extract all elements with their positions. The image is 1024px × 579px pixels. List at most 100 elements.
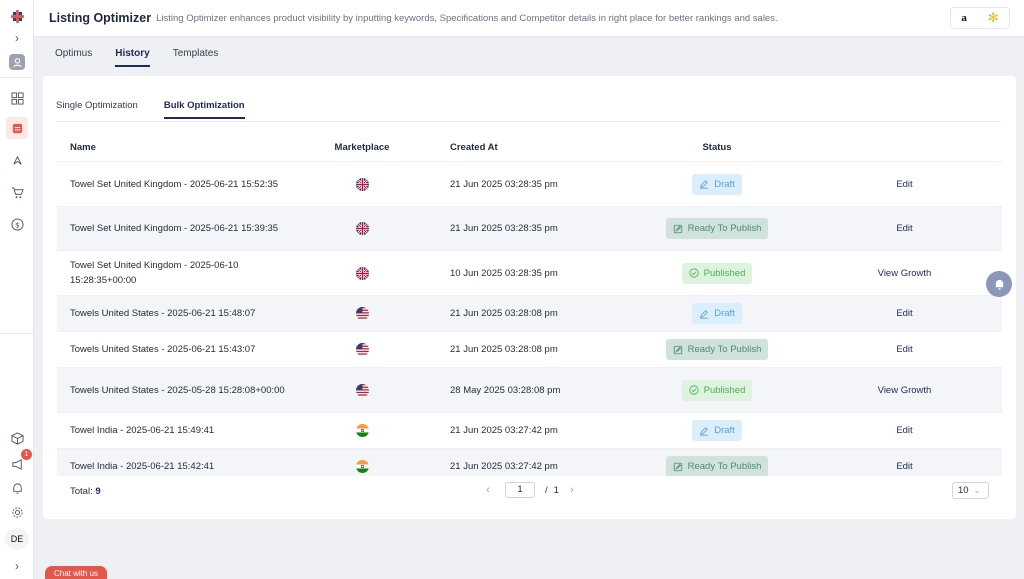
box-icon[interactable] (6, 427, 28, 449)
column-header-status: Status (702, 142, 732, 153)
view-growth-link[interactable]: View Growth (878, 268, 932, 279)
row-created-at: 21 Jun 2025 03:27:42 pm (450, 425, 558, 436)
row-action-cell: Edit (807, 308, 1002, 319)
marketplace-flag-us-icon (307, 343, 417, 356)
page-size-select[interactable]: 10 ⌄ (952, 482, 989, 499)
sidebar-divider (0, 77, 34, 78)
collapse-icon[interactable]: › (6, 555, 28, 577)
sidebar: › $ 1 DE › (0, 0, 34, 579)
status-badge: Draft (692, 420, 742, 441)
table-row: Towel Set United Kingdom - 2025-06-21 15… (57, 162, 1002, 207)
column-header-created-at: Created At (450, 142, 498, 153)
svg-text:$: $ (15, 220, 20, 229)
history-card: Single Optimization Bulk Optimization Na… (43, 76, 1016, 519)
status-badge: Draft (692, 173, 742, 195)
gear-icon[interactable] (6, 501, 28, 523)
edit-square-icon (673, 224, 682, 233)
edit-link[interactable]: Edit (896, 179, 912, 190)
row-status-cell: Ready To Publish (627, 456, 807, 476)
status-badge: Ready To Publish (665, 339, 769, 360)
page-number-input[interactable]: 1 (505, 482, 535, 498)
profile-icon[interactable] (9, 54, 25, 70)
row-action-cell: View Growth (807, 385, 1002, 396)
page-separator: / (545, 484, 548, 496)
row-created-at: 28 May 2025 03:28:08 pm (450, 384, 561, 396)
edit-link[interactable]: Edit (896, 425, 912, 436)
listing-optimizer-icon[interactable] (6, 117, 28, 139)
prev-page-icon[interactable]: ‹ (481, 484, 495, 496)
total-value: 9 (95, 486, 101, 497)
history-table: Name Marketplace Created At Status Towel… (57, 134, 1002, 476)
marketplace-flag-in-icon (307, 460, 417, 473)
status-badge: Published (681, 379, 753, 401)
dashboard-icon[interactable] (6, 87, 28, 109)
chevron-down-icon: ⌄ (973, 486, 981, 495)
status-badge: Draft (692, 303, 742, 324)
chat-with-us-button[interactable]: Chat with us (45, 566, 107, 579)
row-created-at: 21 Jun 2025 03:28:35 pm (450, 223, 558, 234)
tab-bulk-optimization[interactable]: Bulk Optimization (163, 100, 245, 119)
column-header-name: Name (70, 142, 96, 153)
edit-link[interactable]: Edit (896, 344, 912, 355)
marketplace-flag-us-icon (307, 307, 417, 320)
status-label: Ready To Publish (687, 344, 762, 355)
user-avatar[interactable]: DE (5, 528, 29, 550)
cart-icon[interactable] (6, 181, 28, 203)
amazon-icon[interactable]: a (961, 12, 967, 24)
status-label: Published (703, 384, 746, 396)
walmart-icon[interactable]: ✻ (988, 10, 999, 26)
status-label: Ready To Publish (687, 461, 762, 472)
total-label: Total: (70, 486, 93, 497)
megaphone-icon[interactable]: 1 (6, 449, 32, 475)
row-created-at: 21 Jun 2025 03:28:08 pm (450, 344, 558, 355)
marketplace-switcher[interactable]: a ✻ (950, 7, 1010, 29)
row-action-cell: Edit (807, 425, 1002, 436)
check-circle-icon (689, 268, 699, 278)
row-name: Towel Set United Kingdom - 2025-06-10 15… (70, 260, 239, 286)
row-status-cell: Published (627, 262, 807, 284)
floating-notification-bell-icon[interactable] (986, 271, 1012, 297)
view-growth-link[interactable]: View Growth (878, 385, 932, 396)
row-status-cell: Published (627, 379, 807, 401)
status-badge: Published (681, 262, 753, 284)
column-header-marketplace: Marketplace (334, 142, 390, 153)
status-badge: Ready To Publish (665, 456, 769, 476)
edit-link[interactable]: Edit (896, 223, 912, 234)
marketplace-flag-uk-icon (307, 177, 417, 191)
status-label: Draft (714, 425, 735, 436)
expand-icon[interactable]: › (6, 27, 28, 49)
row-name: Towels United States - 2025-05-28 15:28:… (70, 384, 285, 396)
tab-single-optimization[interactable]: Single Optimization (56, 100, 138, 119)
row-name: Towel India - 2025-06-21 15:42:41 (70, 461, 215, 472)
row-action-cell: View Growth (807, 268, 1002, 279)
bell-icon[interactable] (6, 477, 28, 499)
sub-tabs: Single Optimization Bulk Optimization (56, 100, 271, 119)
row-action-cell: Edit (807, 344, 1002, 355)
marketplace-flag-us-icon (307, 383, 417, 397)
logo-icon[interactable] (6, 5, 28, 27)
row-status-cell: Draft (627, 303, 807, 324)
status-label: Ready To Publish (687, 223, 762, 234)
marketplace-flag-uk-icon (307, 222, 417, 235)
row-name: Towels United States - 2025-06-21 15:48:… (70, 308, 256, 319)
row-status-cell: Ready To Publish (627, 339, 807, 360)
sub-tabs-divider (56, 121, 1001, 122)
check-circle-icon (689, 385, 699, 395)
pencil-icon (700, 309, 709, 319)
notification-count-badge: 1 (21, 449, 32, 460)
table-row: Towel India - 2025-06-21 15:49:41 21 Jun … (57, 413, 1002, 449)
pagination: ‹ 1 / 1 › (481, 482, 579, 498)
launch-icon[interactable] (6, 149, 28, 171)
page-subtitle: Listing Optimizer enhances product visib… (156, 12, 778, 24)
row-created-at: 21 Jun 2025 03:28:08 pm (450, 308, 558, 319)
tab-templates[interactable]: Templates (173, 48, 219, 67)
row-status-cell: Draft (627, 420, 807, 441)
edit-link[interactable]: Edit (896, 461, 912, 472)
row-name: Towels United States - 2025-06-21 15:43:… (70, 344, 256, 355)
tab-optimus[interactable]: Optimus (55, 48, 92, 67)
dollar-icon[interactable]: $ (6, 213, 28, 235)
edit-link[interactable]: Edit (896, 308, 912, 319)
next-page-icon[interactable]: › (565, 484, 579, 496)
tab-history[interactable]: History (115, 48, 150, 67)
row-created-at: 10 Jun 2025 03:28:35 pm (450, 267, 558, 279)
